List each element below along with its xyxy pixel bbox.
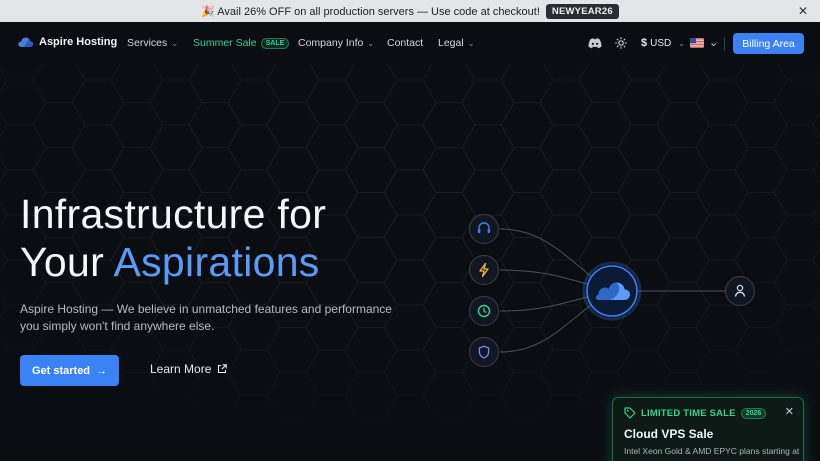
- nav-item-label: Legal: [438, 37, 464, 49]
- nav-item-label: Company Info: [298, 37, 364, 49]
- user-icon: [724, 275, 756, 307]
- promo-title: Cloud VPS Sale: [624, 427, 714, 441]
- nav-item-company-info[interactable]: Company Info ⌄: [298, 37, 374, 49]
- nav-item-legal[interactable]: Legal ⌄: [438, 37, 474, 49]
- nav-item-label: Contact: [387, 37, 424, 49]
- nav-item-summer-sale[interactable]: Summer Sale SALE: [193, 37, 290, 49]
- shield-icon: [468, 336, 500, 368]
- connection-diagram: [468, 213, 756, 368]
- chevron-down-icon[interactable]: ⌄: [709, 36, 718, 49]
- close-icon[interactable]: ✕: [785, 405, 794, 418]
- get-started-label: Get started: [31, 364, 91, 377]
- announcement-bar: 🎉 Avail 26% OFF on all production server…: [0, 0, 820, 22]
- logo[interactable]: Aspire Hosting: [18, 36, 117, 48]
- hero-title-plain: Your: [20, 239, 114, 285]
- hero-title-line-1: Infrastructure for: [20, 191, 327, 237]
- announcement-text: 🎉 Avail 26% OFF on all production server…: [201, 5, 540, 18]
- main-navigation: Aspire Hosting Services ⌄ Summer Sale SA…: [0, 22, 820, 64]
- currency-symbol: $: [641, 37, 648, 49]
- currency-selector[interactable]: $ USD ⌄: [641, 37, 685, 49]
- us-flag-icon[interactable]: [690, 38, 704, 48]
- sale-badge: SALE: [260, 37, 290, 49]
- nav-item-label: Services: [127, 37, 168, 49]
- currency-code: USD: [650, 37, 672, 49]
- cloud-icon: [582, 261, 642, 321]
- logo-text: Aspire Hosting: [39, 36, 118, 48]
- nav-item-services[interactable]: Services ⌄: [127, 37, 178, 49]
- learn-more-link[interactable]: Learn More: [150, 362, 228, 376]
- hero-title-accent: Aspirations: [113, 239, 320, 285]
- nav-divider: [724, 37, 725, 51]
- discord-icon[interactable]: [588, 38, 602, 49]
- headset-icon: [468, 213, 500, 245]
- hero-title: Infrastructure for Your Aspirations: [20, 190, 326, 286]
- hero-title-line-2: Your Aspirations: [20, 238, 326, 286]
- limited-time-sale-card[interactable]: LIMITED TIME SALE 2026 ✕ Cloud VPS Sale …: [612, 397, 804, 461]
- external-link-icon: [218, 364, 228, 374]
- billing-area-button[interactable]: Billing Area: [733, 33, 804, 54]
- theme-toggle-sun-icon[interactable]: [615, 37, 627, 49]
- chevron-down-icon: ⌄: [171, 38, 178, 48]
- promo-year-badge: 2026: [740, 407, 767, 419]
- promo-label: LIMITED TIME SALE: [641, 407, 736, 419]
- promo-description: Intel Xeon Gold & AMD EPYC plans startin…: [624, 446, 800, 456]
- arrow-right-icon: →: [96, 364, 108, 377]
- chevron-down-icon: ⌄: [678, 38, 685, 48]
- hero-subtitle: Aspire Hosting — We believe in unmatched…: [20, 302, 392, 333]
- nav-item-contact[interactable]: Contact: [387, 37, 423, 49]
- get-started-button[interactable]: Get started →: [20, 355, 119, 386]
- tag-icon: [624, 407, 636, 419]
- nav-item-label: Summer Sale: [193, 37, 257, 49]
- promo-code-badge: NEWYEAR26: [545, 3, 619, 19]
- bolt-icon: [468, 254, 500, 286]
- cloud-logo-icon: [18, 37, 33, 47]
- clock-icon: [468, 295, 500, 327]
- chevron-down-icon: ⌄: [367, 38, 375, 48]
- chevron-down-icon: ⌄: [467, 38, 475, 48]
- learn-more-label: Learn More: [150, 362, 212, 376]
- promo-header: LIMITED TIME SALE 2026: [624, 407, 792, 419]
- close-icon[interactable]: ✕: [798, 4, 808, 18]
